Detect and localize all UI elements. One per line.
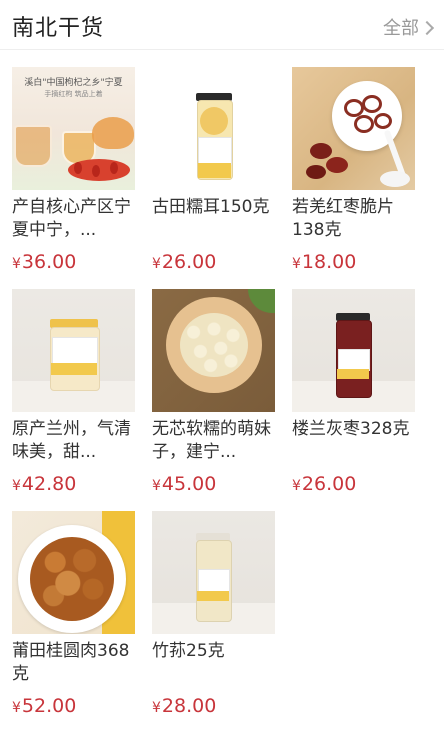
product-price: ¥52.00	[12, 695, 77, 717]
product-price: ¥26.00	[292, 473, 357, 495]
product-image-date-chips	[292, 67, 415, 190]
product-card[interactable]: 若羌红枣脆片138克 ¥18.00	[292, 67, 415, 289]
product-card[interactable]: 竹荪25克 ¥28.00	[152, 511, 275, 733]
product-card[interactable]: 莆田桂圆肉368克 ¥52.00	[12, 511, 135, 733]
product-name: 竹荪25克	[152, 641, 225, 661]
product-price: ¥28.00	[152, 695, 217, 717]
product-card[interactable]: 无芯软糯的萌妹子，建宁... ¥45.00	[152, 289, 275, 511]
product-price: ¥42.80	[12, 473, 77, 495]
product-image-goji: 溪白"中国枸杞之乡"宁夏 手摘红枸 筑品上着	[12, 67, 135, 190]
chevron-right-icon	[419, 20, 435, 35]
product-card[interactable]: 楼兰灰枣328克 ¥26.00	[292, 289, 415, 511]
view-all-link[interactable]: 全部	[383, 14, 435, 40]
product-name: 楼兰灰枣328克	[292, 419, 410, 439]
section-title: 南北干货	[12, 16, 105, 41]
product-card[interactable]: 原产兰州，气清味美，甜... ¥42.80	[12, 289, 135, 511]
product-name: 若羌红枣脆片138克	[292, 197, 394, 240]
product-image-longan	[12, 511, 135, 634]
image-sub-text: 手摘红枸 筑品上着	[44, 90, 103, 98]
product-card[interactable]: 溪白"中国枸杞之乡"宁夏 手摘红枸 筑品上着 产自核心产区宁夏中宁，... ¥3…	[12, 67, 135, 289]
product-image-bamboo-fungus	[152, 511, 275, 634]
product-price: ¥18.00	[292, 251, 357, 273]
product-name: 原产兰州，气清味美，甜...	[12, 419, 131, 462]
product-name: 产自核心产区宁夏中宁，...	[12, 197, 131, 240]
view-all-label: 全部	[383, 18, 419, 39]
product-name: 无芯软糯的萌妹子，建宁...	[152, 419, 271, 462]
product-image-lily-bulb	[12, 289, 135, 412]
product-image-lotus-seeds	[152, 289, 275, 412]
image-banner-text: 溪白"中国枸杞之乡"宁夏	[24, 78, 123, 88]
product-image-white-fungus	[152, 67, 275, 190]
product-name: 古田糯耳150克	[152, 197, 270, 217]
section-header: 南北干货 全部	[0, 0, 444, 50]
product-grid: 溪白"中国枸杞之乡"宁夏 手摘红枸 筑品上着 产自核心产区宁夏中宁，... ¥3…	[12, 67, 432, 733]
product-card[interactable]: 古田糯耳150克 ¥26.00	[152, 67, 275, 289]
product-price: ¥26.00	[152, 251, 217, 273]
product-price: ¥45.00	[152, 473, 217, 495]
product-price: ¥36.00	[12, 251, 77, 273]
product-name: 莆田桂圆肉368克	[12, 641, 130, 684]
product-image-red-dates	[292, 289, 415, 412]
